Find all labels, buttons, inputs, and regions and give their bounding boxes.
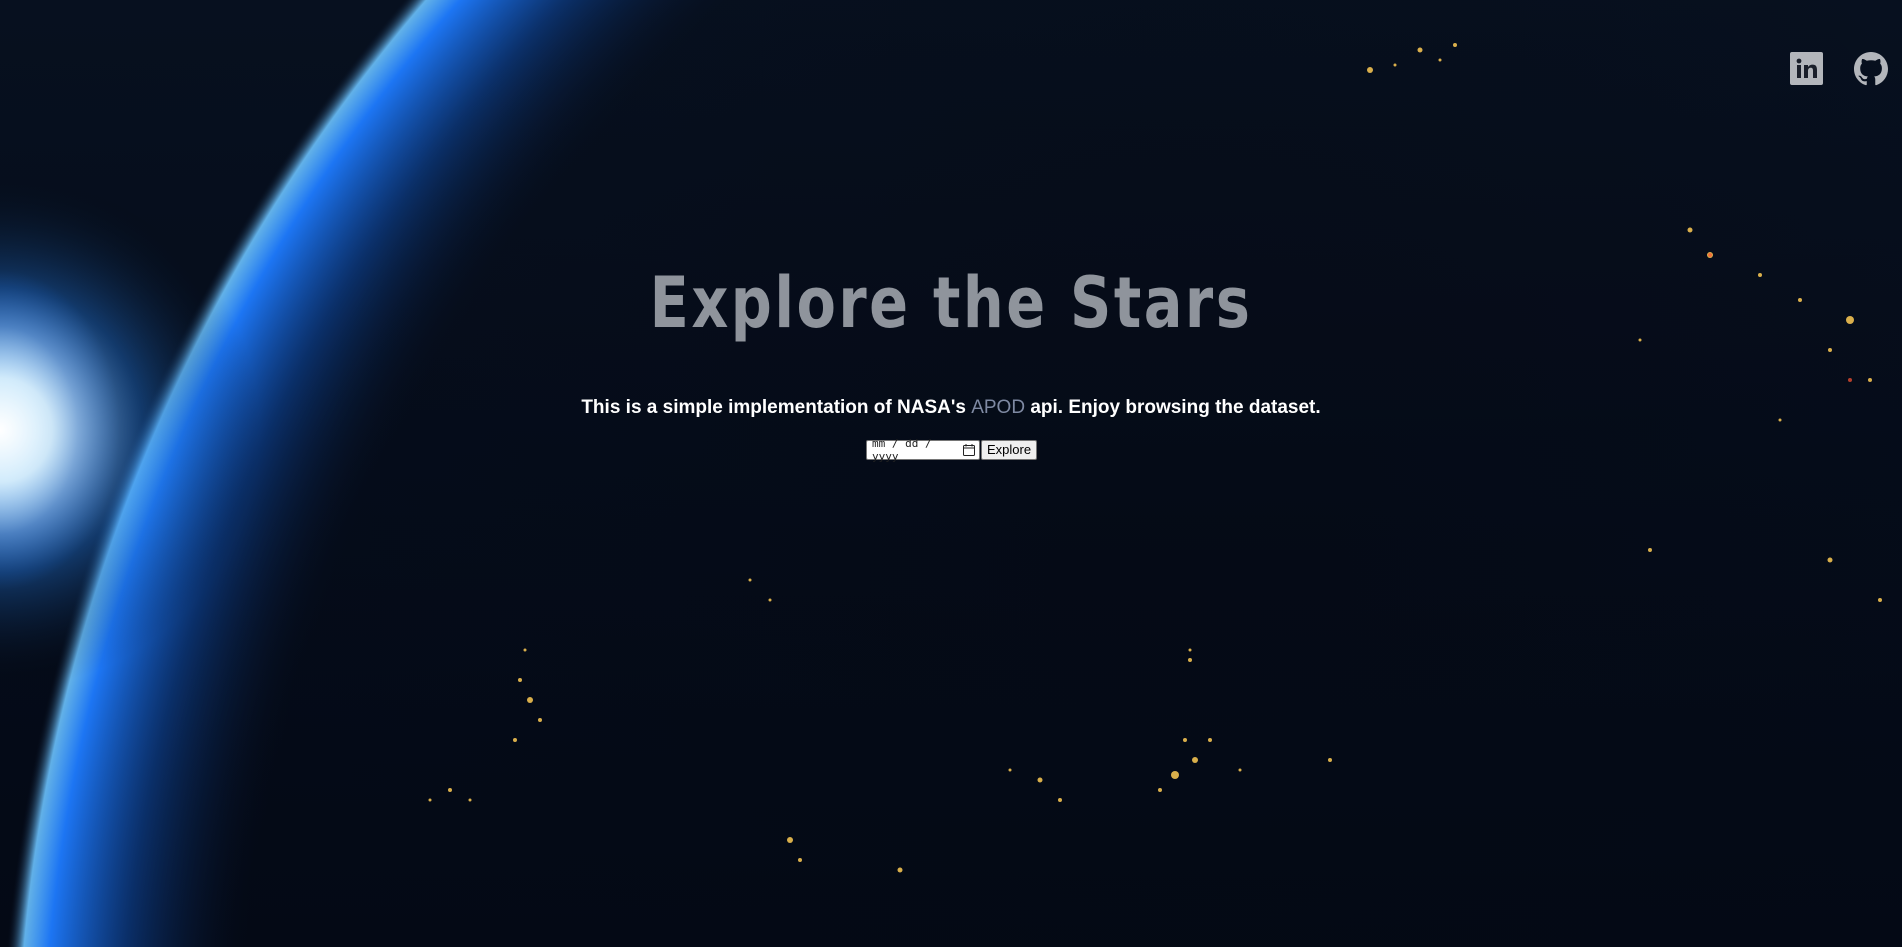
explore-button[interactable]: Explore [981, 440, 1038, 460]
apod-link[interactable]: APOD [971, 397, 1025, 418]
description-text-end: api. Enjoy browsing the dataset. [1025, 397, 1321, 418]
linkedin-link[interactable] [1790, 52, 1823, 85]
earth-background-image [0, 0, 1902, 947]
calendar-icon[interactable] [963, 444, 975, 456]
date-placeholder: mm / dd / yyyy [872, 437, 932, 463]
page-title: Explore the Stars [649, 262, 1253, 344]
date-search-form: mm / dd / yyyy Explore [866, 437, 1038, 463]
linkedin-icon [1790, 52, 1823, 85]
github-icon [1854, 52, 1888, 86]
description-text-start: This is a simple implementation of NASA'… [581, 397, 972, 418]
github-link[interactable] [1854, 52, 1888, 86]
background-scene: Explore the Stars This is a simple imple… [0, 0, 1902, 947]
page-description: This is a simple implementation of NASA'… [0, 397, 1902, 419]
date-input[interactable]: mm / dd / yyyy [866, 437, 980, 463]
